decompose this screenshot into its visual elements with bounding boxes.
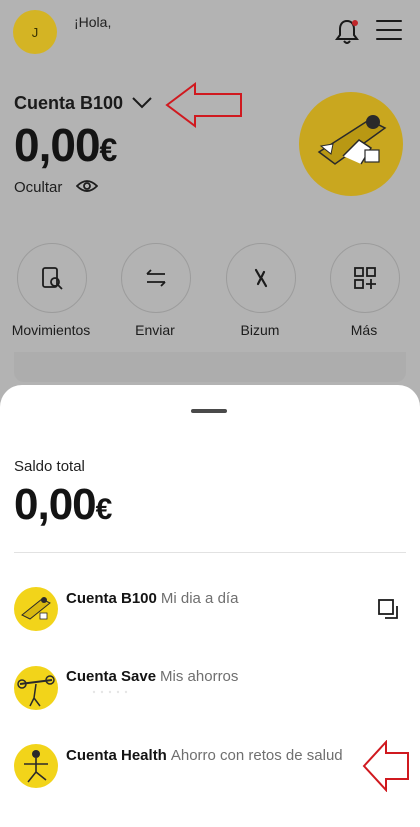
account-b100-avatar[interactable] [14, 587, 58, 631]
chevron-down-icon[interactable] [131, 94, 153, 110]
background-overlay [0, 0, 420, 400]
bizum-label: Bizum [240, 322, 280, 338]
avatar-initial: J [31, 24, 39, 40]
movimientos-button[interactable] [17, 243, 87, 313]
enviar-label: Enviar [135, 322, 175, 338]
account-row-save[interactable]: Cuenta Save Mis ahorros [66, 668, 238, 685]
total-balance-value: 0,00€ [14, 480, 112, 529]
account-health-avatar[interactable] [14, 744, 58, 788]
card-edge [14, 352, 406, 382]
hide-balance-toggle[interactable]: Ocultar [14, 179, 62, 196]
notification-dot [352, 20, 358, 26]
hamburger-menu-icon[interactable] [376, 20, 402, 42]
account-illustration [299, 92, 403, 196]
bizum-icon [254, 268, 268, 288]
account-row-b100[interactable]: Cuenta B100 Mi dia a día [66, 590, 238, 607]
account-row-health[interactable]: Cuenta Health Ahorro con retos de salud [66, 747, 343, 764]
enviar-button[interactable] [121, 243, 191, 313]
mas-button[interactable] [330, 243, 400, 313]
divider [14, 552, 406, 553]
mas-label: Más [350, 322, 378, 338]
account-selector-label[interactable]: Cuenta B100 [14, 93, 123, 114]
account-save-avatar[interactable] [14, 666, 58, 710]
avatar[interactable]: J [13, 10, 57, 54]
sheet-drag-handle[interactable] [191, 409, 227, 413]
account-balance: 0,00€ [14, 119, 117, 171]
eye-icon[interactable] [76, 178, 98, 194]
bell-icon[interactable] [334, 18, 360, 46]
transfer-arrows-icon [146, 269, 166, 287]
total-balance-label: Saldo total [14, 458, 85, 475]
document-search-icon [42, 267, 63, 290]
greeting-text: ¡Hola, [74, 14, 112, 30]
movimientos-label: Movimientos [11, 322, 91, 338]
bizum-button[interactable] [226, 243, 296, 313]
grid-plus-icon [354, 267, 376, 289]
annotation-arrow-top [165, 82, 242, 128]
copy-icon[interactable] [377, 598, 401, 622]
loading-dots [92, 690, 128, 694]
annotation-arrow-bottom [362, 740, 409, 792]
